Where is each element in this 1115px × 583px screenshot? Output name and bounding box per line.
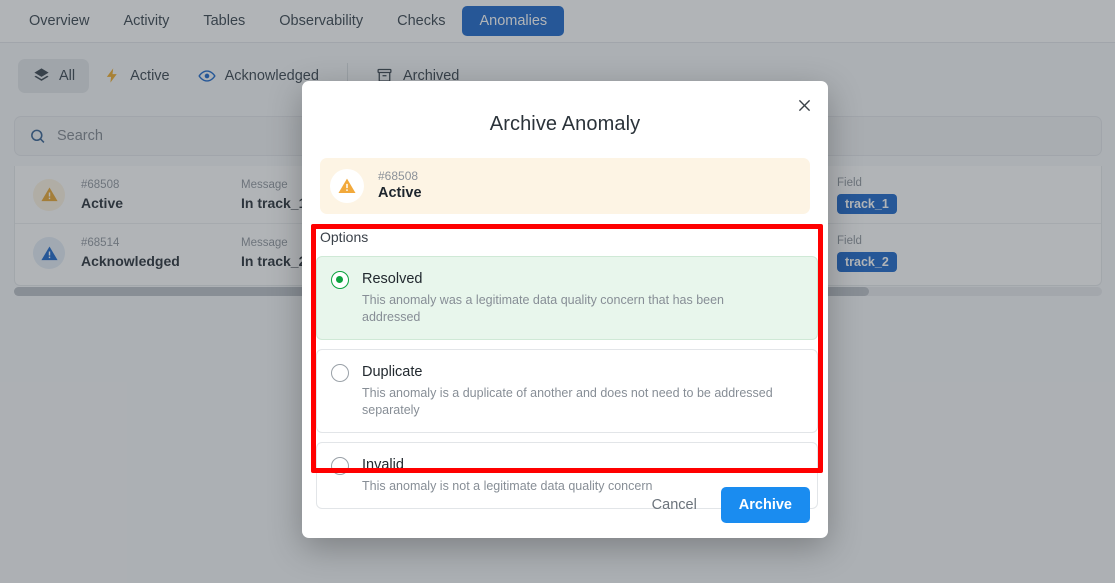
- radio-duplicate[interactable]: [331, 364, 349, 382]
- options-label: Options: [320, 229, 369, 245]
- page-title: Archive Anomaly: [489, 113, 641, 135]
- anomaly-id: #68508: [378, 169, 419, 183]
- anomaly-summary-card: #68508 Active: [320, 158, 810, 214]
- option-duplicate-description: This anomaly is a duplicate of another a…: [362, 386, 773, 417]
- anomaly-status: Active: [378, 185, 422, 201]
- option-duplicate[interactable]: Duplicate This anomaly is a duplicate of…: [316, 349, 818, 433]
- archive-button[interactable]: Archive: [720, 487, 810, 523]
- option-resolved[interactable]: Resolved This anomaly was a legitimate d…: [316, 256, 818, 340]
- radio-resolved[interactable]: [331, 271, 349, 289]
- warning-triangle-icon: [330, 169, 364, 203]
- option-resolved-title: Resolved: [362, 271, 423, 287]
- option-resolved-description: This anomaly was a legitimate data quali…: [362, 293, 725, 324]
- dialog-footer: Cancel Archive: [302, 472, 828, 538]
- option-duplicate-title: Duplicate: [362, 364, 423, 380]
- archive-anomaly-dialog: Archive Anomaly #68508 Active Options Re…: [302, 81, 828, 538]
- screen: Overview Activity Tables Observability C…: [0, 0, 1115, 583]
- close-icon[interactable]: [793, 94, 815, 116]
- cancel-button[interactable]: Cancel: [638, 488, 711, 522]
